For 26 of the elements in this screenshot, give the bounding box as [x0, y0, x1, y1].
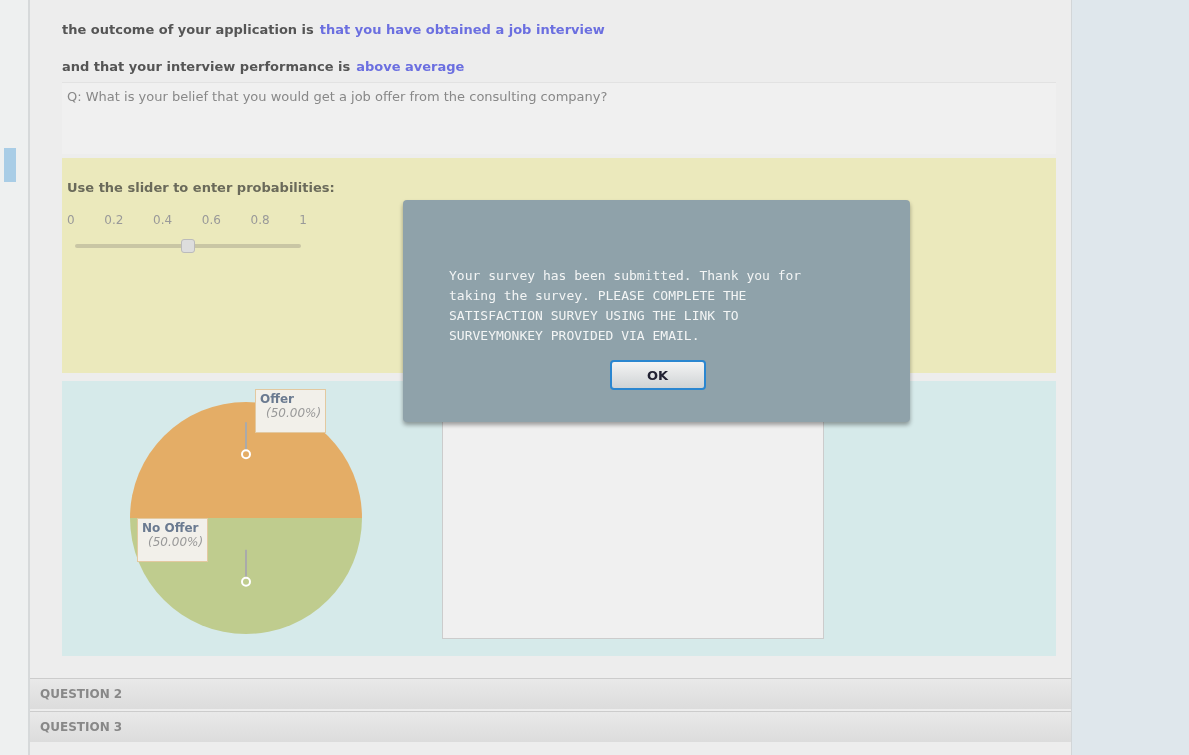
tick-label: 1 — [299, 213, 307, 227]
section-header[interactable]: QUESTION 2 — [30, 678, 1071, 709]
data-label: (50.00%) — [147, 535, 204, 549]
slider[interactable] — [75, 239, 301, 253]
slice-label: No Offer (50.00%) — [137, 518, 209, 562]
slider-thumb[interactable] — [181, 239, 195, 253]
data-label: (50.00%) — [265, 406, 322, 420]
leader-line — [241, 548, 251, 587]
slice-label: No Offer — [142, 521, 200, 535]
dialog-message: Your survey has been submitted. Thank you for taking the survey. PLEASE COMPLETE THE SATISFACTION SURVEY USING THE LINK TO SURVEYMONKEY PROVIDED VIA EMAIL. — [449, 267, 803, 345]
tick-label: 0.2 — [104, 213, 124, 227]
tick-label: 0 — [67, 213, 75, 227]
slice-label: Offer (50.00%) — [255, 389, 327, 433]
leader-line — [241, 421, 251, 460]
tick-label: 0.4 — [153, 213, 173, 227]
ok-button[interactable]: OK — [609, 360, 706, 390]
context-value: that you have obtained a job interview — [319, 22, 605, 37]
section-header[interactable]: QUESTION 3 — [30, 711, 1071, 742]
context-label: and that your interview performance is — [62, 59, 351, 74]
scroll-marker — [4, 148, 16, 182]
slice-label: Offer — [260, 392, 295, 406]
context-label: the outcome of your application is — [62, 22, 314, 37]
context-value: above average — [356, 59, 465, 74]
slider-label: Use the slider to enter probabilities: — [67, 180, 336, 195]
tick-label: 0.6 — [201, 213, 221, 227]
tick-label: 0.8 — [250, 213, 270, 227]
